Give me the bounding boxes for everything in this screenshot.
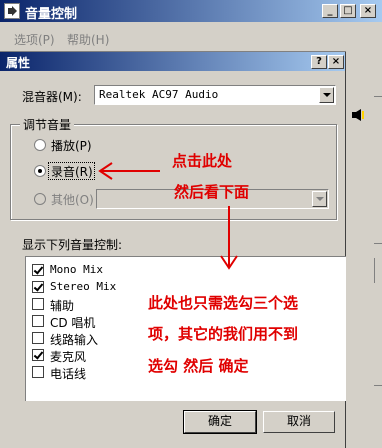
annotation-text: 项，其它的我们用不到 [148,325,299,343]
radio-other[interactable] [34,193,46,205]
menu-options[interactable]: 选项(P) [14,31,55,48]
radio-playback[interactable] [34,139,46,151]
annotation-text: 选勾 然后 确定 [148,357,249,375]
help-button[interactable]: ? [311,55,327,69]
checkbox[interactable] [32,366,44,378]
list-item-label: Mono Mix [50,263,103,276]
close-button[interactable]: × [360,4,376,18]
annotation-text: 点击此处 [172,152,233,170]
divider [374,258,375,283]
list-item-label: Stereo Mix [50,280,117,293]
chevron-down-icon[interactable] [312,191,327,207]
dialog-close-button[interactable]: × [328,55,344,69]
radio-playback-label[interactable]: 播放(P) [51,137,92,154]
menu-help[interactable]: 帮助(H) [67,31,109,48]
chevron-down-icon[interactable] [319,87,334,103]
list-item-label: CD 唱机 [50,316,96,330]
adjust-volume-group-label: 调节音量 [20,116,75,133]
cancel-button[interactable]: 取消 [263,411,335,433]
ok-button[interactable]: 确定 [183,410,257,434]
show-controls-label: 显示下列音量控制: [22,238,123,252]
speaker-icon [352,109,364,121]
checkbox[interactable] [32,298,44,310]
checkbox[interactable] [32,349,44,361]
maximize-button[interactable]: □ [340,4,356,18]
checkbox[interactable] [32,315,44,327]
checkbox[interactable] [32,332,44,344]
list-item-label: 辅助 [50,299,75,313]
radio-record[interactable] [34,165,46,177]
annotation-text: 此处也只需选勾三个选 [148,294,299,312]
minimize-button[interactable]: _ [322,4,338,18]
mixer-select[interactable]: Realtek AC97 Audio [94,85,336,105]
radio-record-label[interactable]: 录音(R) [51,163,93,180]
list-item-label: 电话线 [50,367,87,381]
main-window-titlebar[interactable]: 音量控制 _ □ × [0,0,382,22]
mixer-select-value: Realtek AC97 Audio [99,88,219,101]
dialog-title: 属性 [6,56,31,70]
divider [374,385,382,386]
radio-other-label: 其他(O) [51,193,94,207]
divider [374,243,382,244]
mixer-label: 混音器(M): [22,90,82,104]
properties-dialog: 属性 ? × 混音器(M): Realtek AC97 Audio 调节音量 播… [0,52,346,448]
main-menubar: 选项(P) 帮助(H) [0,22,382,52]
dialog-titlebar[interactable]: 属性 ? × [0,52,345,71]
speaker-app-icon [4,3,20,19]
divider [374,96,382,97]
checkbox[interactable] [32,281,44,293]
checkbox[interactable] [32,264,44,276]
annotation-text: 然后看下面 [174,183,250,201]
main-window-title: 音量控制 [25,7,78,22]
list-item-label: 麦克风 [50,350,87,364]
list-item-label: 线路输入 [50,333,99,347]
